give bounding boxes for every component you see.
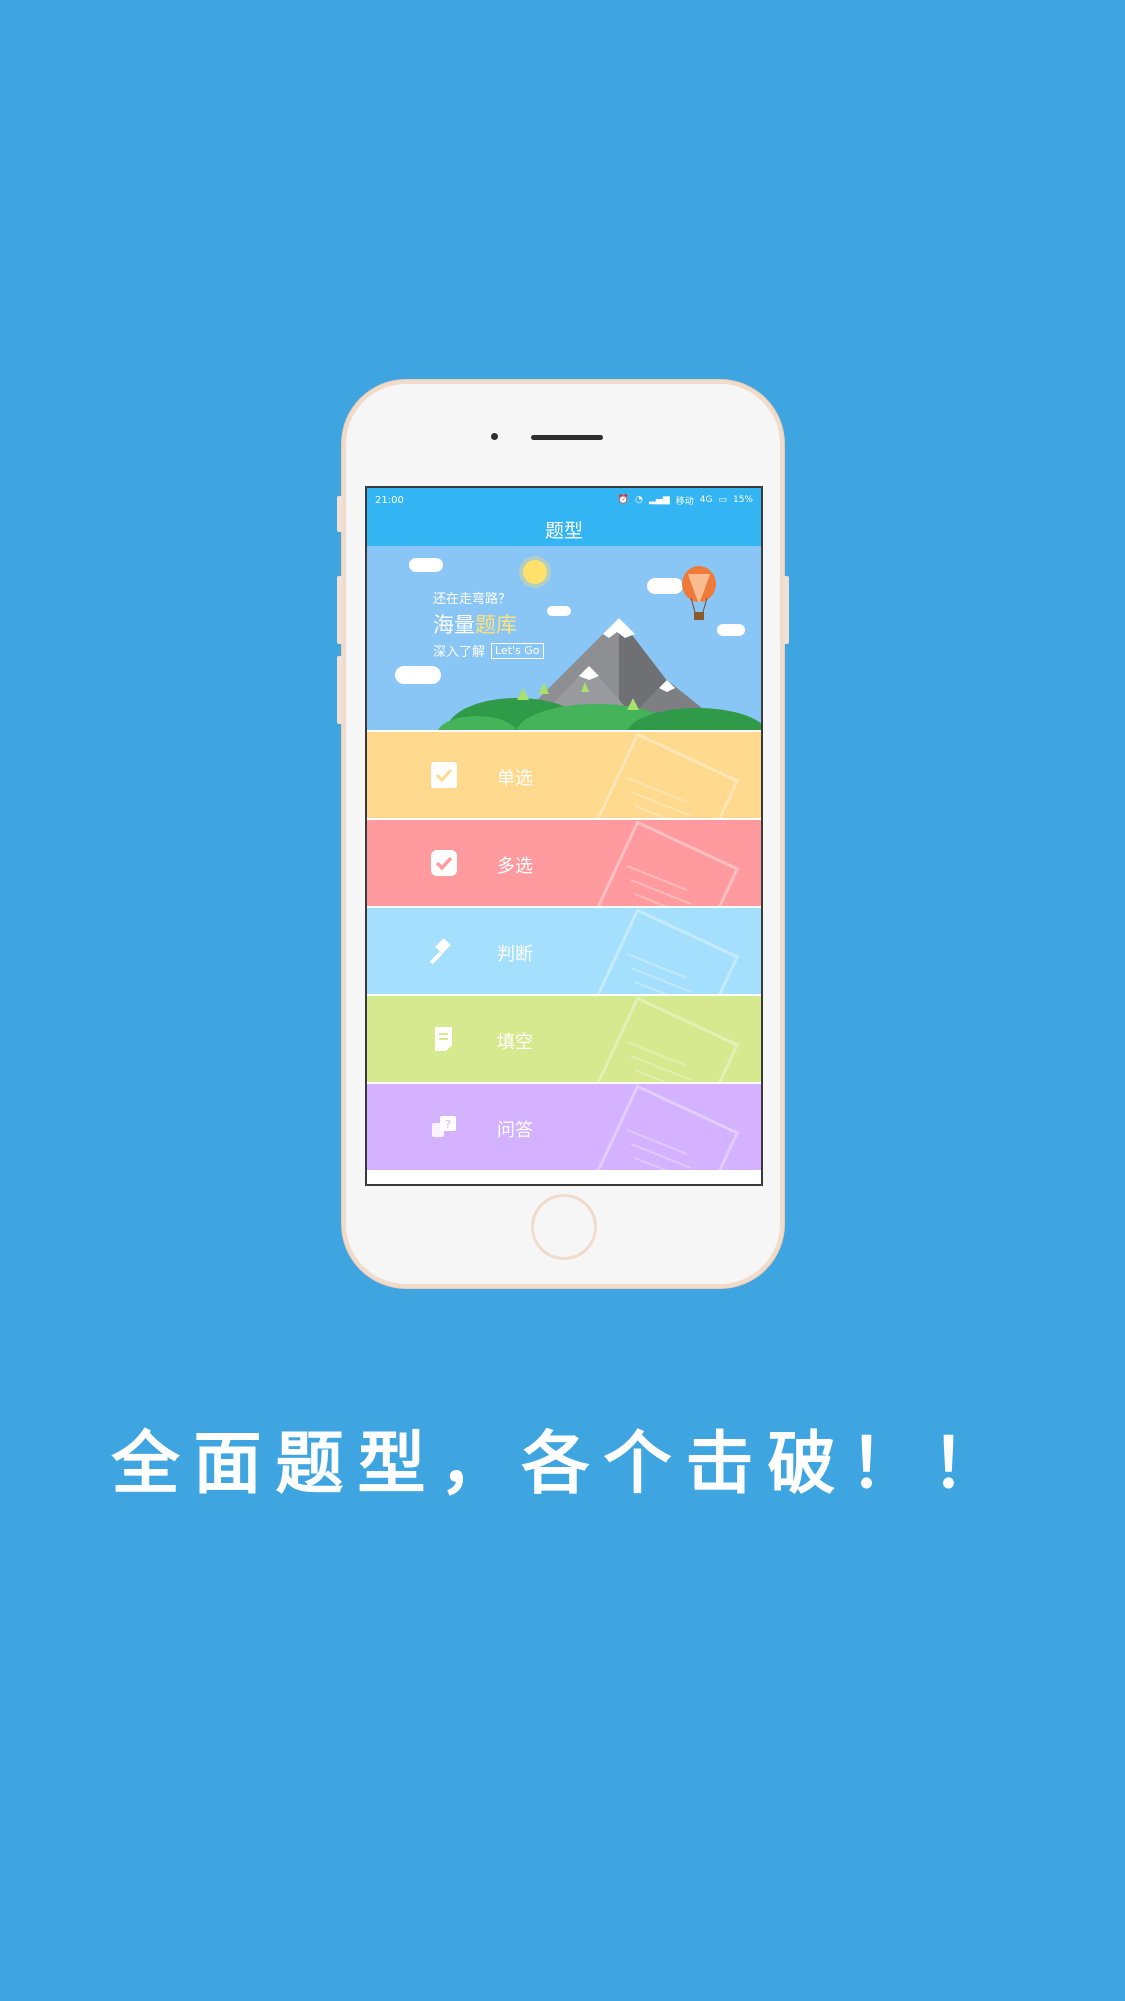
status-network: 4G: [699, 495, 713, 505]
volume-up-button: [337, 576, 343, 644]
power-button: [783, 576, 789, 644]
home-button[interactable]: [531, 1194, 597, 1260]
slogan-text: 全面题型，各个击破！！: [111, 1425, 1014, 1504]
question-chat-icon: ?: [430, 1113, 458, 1141]
banner-line-2: 海量题库: [433, 609, 544, 639]
volume-down-button: [337, 656, 343, 724]
checkbox-icon: [430, 761, 458, 789]
phone-screen: 21:00 ⏰ ◔ ▂▄▆ 移动 4G ▭ 15% 题型 还在走弯路？ 海量题库…: [365, 486, 763, 1186]
gavel-icon: [430, 937, 458, 965]
page-title-bar: 题型: [367, 512, 761, 546]
item-multiple-choice[interactable]: 多选: [367, 820, 761, 906]
status-carrier: 移动: [675, 496, 694, 507]
mountain-illustration: [438, 618, 761, 730]
banner-headline-a: 海量: [433, 613, 475, 637]
banner-headline-b: 题库: [475, 613, 517, 637]
status-battery: 15%: [732, 495, 753, 505]
lets-go-button[interactable]: Let's Go: [491, 642, 544, 659]
item-label: 判断: [497, 944, 533, 965]
checkbox-checked-icon: [430, 849, 458, 877]
item-label: 填空: [497, 1032, 533, 1053]
item-true-false[interactable]: 判断: [367, 908, 761, 994]
paper-watermark-icon: [584, 732, 740, 818]
banner-line-1: 还在走弯路？: [433, 592, 512, 607]
mute-switch: [337, 496, 343, 532]
document-icon: [430, 1025, 458, 1053]
banner-learn-more: 深入了解: [433, 645, 486, 660]
battery-icon: ▭: [718, 495, 727, 505]
cloud-icon: [647, 578, 683, 594]
status-indicators: ⏰ ◔ ▂▄▆ 移动 4G ▭ 15%: [618, 494, 753, 507]
earpiece-speaker: [531, 435, 603, 440]
promo-banner[interactable]: 还在走弯路？ 海量题库 深入了解 Let's Go: [367, 546, 761, 730]
phone-frame: 21:00 ⏰ ◔ ▂▄▆ 移动 4G ▭ 15% 题型 还在走弯路？ 海量题库…: [337, 380, 789, 1288]
paper-watermark-icon: [584, 1084, 740, 1170]
item-question-answer[interactable]: ? 问答: [367, 1084, 761, 1170]
sun-icon: [523, 560, 547, 584]
banner-line-3: 深入了解 Let's Go: [433, 641, 544, 660]
page-title: 题型: [544, 519, 583, 542]
paper-watermark-icon: [584, 820, 740, 906]
item-label: 问答: [497, 1120, 533, 1141]
item-label: 多选: [497, 856, 533, 877]
item-fill-blank[interactable]: 填空: [367, 996, 761, 1082]
paper-watermark-icon: [584, 908, 740, 994]
signal-icon: ▂▄▆: [648, 495, 670, 505]
front-camera: [491, 433, 498, 440]
item-single-choice[interactable]: 单选: [367, 732, 761, 818]
wifi-icon: ◔: [635, 495, 643, 505]
item-label: 单选: [497, 768, 533, 789]
cloud-icon: [409, 558, 443, 572]
paper-watermark-icon: [584, 996, 740, 1082]
alarm-icon: ⏰: [617, 495, 630, 505]
status-time: 21:00: [375, 494, 404, 506]
question-type-list: 单选 多选 判断 填空 ? 问答: [367, 732, 761, 1170]
svg-text:?: ?: [445, 1118, 451, 1131]
status-bar: 21:00 ⏰ ◔ ▂▄▆ 移动 4G ▭ 15%: [367, 488, 761, 512]
banner-text: 还在走弯路？ 海量题库 深入了解 Let's Go: [433, 588, 544, 660]
